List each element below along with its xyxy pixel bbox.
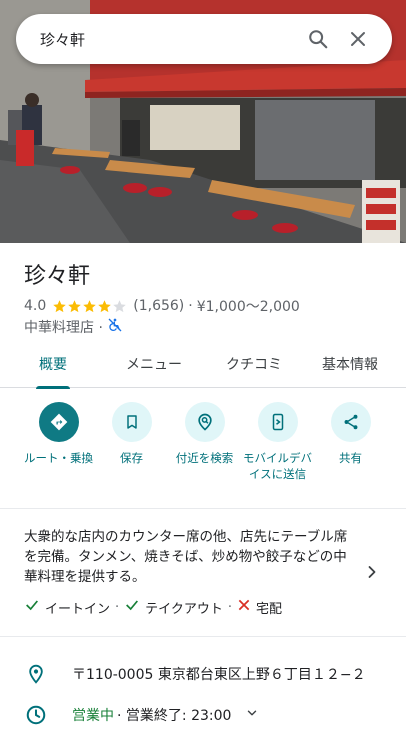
tab-reviews[interactable]: クチコミ — [208, 340, 300, 388]
star-empty-icon — [113, 299, 127, 312]
chevron-down-icon[interactable] — [245, 706, 259, 724]
star-filled-icon — [83, 299, 97, 312]
star-filled-icon — [68, 299, 82, 312]
service-options: イートイン · テイクアウト · 宅配 — [24, 597, 282, 617]
service-dine-in: イートイン — [45, 601, 111, 617]
directions-icon — [38, 402, 79, 442]
divider — [0, 508, 406, 509]
rating-value: 4.0 — [24, 298, 47, 314]
open-status: 営業中 — [72, 708, 114, 724]
close-icon[interactable] — [338, 19, 378, 59]
share-label: 共有 — [339, 451, 362, 465]
bookmark-icon — [111, 402, 152, 442]
save-label: 保存 — [120, 451, 143, 465]
search-icon[interactable] — [298, 19, 338, 59]
nearby-search-label: 付近を検索 — [175, 451, 234, 465]
separator-dot: · — [188, 298, 193, 314]
rating-row[interactable]: 4.0 (1,656) · ¥1,000～2,000 — [24, 296, 300, 316]
hours-detail: · 営業終了: 23:00 — [117, 708, 232, 724]
star-filled-icon — [53, 299, 67, 312]
review-count[interactable]: (1,656) — [133, 298, 184, 314]
service-delivery: 宅配 — [256, 601, 283, 617]
category-label: 中華料理店 · — [24, 320, 103, 336]
send-to-device-label: モバイルデバイスに送信 — [243, 451, 312, 481]
save-button[interactable]: 保存 — [95, 402, 168, 482]
directions-label: ルート・乗換 — [24, 451, 93, 465]
service-takeout: テイクアウト — [145, 601, 223, 617]
place-description[interactable]: 大衆的な店内のカウンター席の他、店先にテーブル席を完備。タンメン、焼きそば、炒め… — [24, 527, 354, 587]
send-to-device-icon — [257, 402, 298, 442]
send-to-device-button[interactable]: モバイルデバイスに送信 — [241, 402, 314, 482]
place-title: 珍々軒 — [24, 264, 91, 289]
nearby-search-icon — [184, 402, 225, 442]
tab-overview[interactable]: 概要 — [20, 340, 86, 389]
cross-icon — [237, 598, 251, 616]
chevron-right-icon[interactable] — [362, 562, 382, 582]
check-icon — [124, 597, 140, 617]
directions-button[interactable]: ルート・乗換 — [22, 402, 95, 482]
tab-bar: 概要 メニュー クチコミ 基本情報 — [0, 340, 406, 389]
location-pin-icon — [24, 662, 48, 686]
tab-about[interactable]: 基本情報 — [300, 340, 400, 388]
address-text: 〒110-0005 東京都台東区上野６丁目１２−２ — [72, 667, 366, 683]
tab-menu[interactable]: メニュー — [100, 340, 208, 388]
star-rating — [52, 299, 127, 314]
search-bar[interactable]: 珍々軒 — [16, 14, 392, 64]
category-row: 中華料理店 · — [24, 317, 123, 337]
share-icon — [330, 402, 371, 442]
clock-icon — [24, 703, 48, 727]
hours-row[interactable]: 営業中 · 営業終了: 23:00 — [24, 703, 259, 727]
price-range: ¥1,000～2,000 — [196, 299, 300, 315]
action-bar: ルート・乗換 保存 付近を検索 モバイルデバイスに送信 共有 — [0, 402, 406, 482]
search-input[interactable]: 珍々軒 — [40, 29, 298, 50]
address-row[interactable]: 〒110-0005 東京都台東区上野６丁目１２−２ — [24, 662, 366, 686]
check-icon — [24, 597, 40, 617]
share-button[interactable]: 共有 — [314, 402, 387, 482]
divider — [0, 636, 406, 637]
nearby-search-button[interactable]: 付近を検索 — [168, 402, 241, 482]
wheelchair-crossed-icon — [107, 317, 123, 337]
star-filled-icon — [98, 299, 112, 312]
